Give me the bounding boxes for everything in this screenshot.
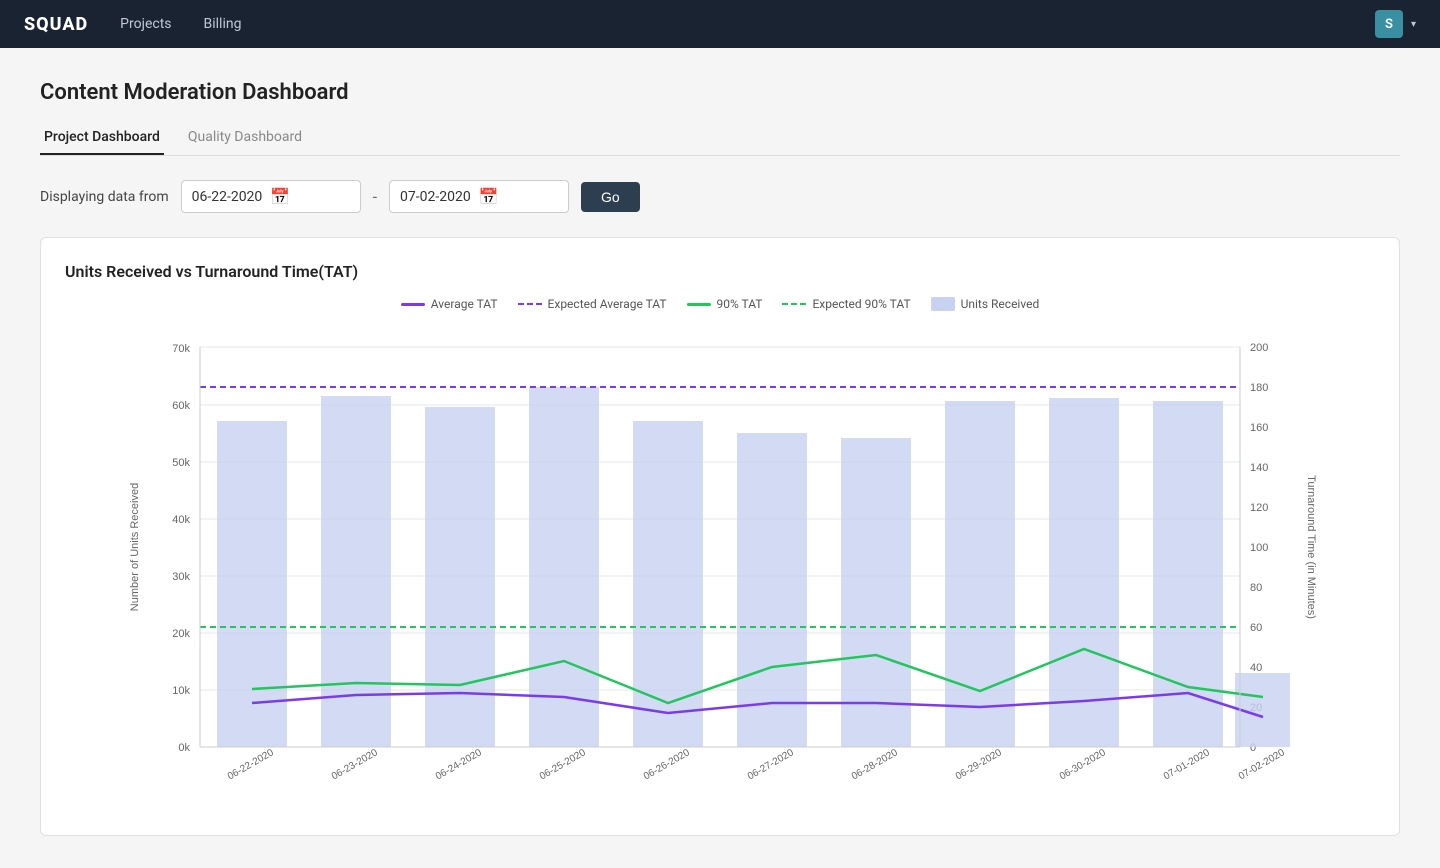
x-label-3: 06-25-2020: [538, 747, 588, 782]
bar-2: [425, 407, 495, 747]
x-label-7: 06-29-2020: [954, 747, 1004, 782]
svg-text:Turnaround Time (in Minutes): Turnaround Time (in Minutes): [1305, 475, 1317, 619]
legend-avg-tat-icon: [401, 303, 425, 306]
svg-text:20k: 20k: [172, 628, 190, 640]
svg-text:60k: 60k: [172, 400, 190, 412]
x-label-1: 06-23-2020: [330, 747, 380, 782]
svg-text:30k: 30k: [172, 571, 190, 583]
svg-text:120: 120: [1250, 502, 1268, 514]
bar-4: [633, 421, 703, 747]
x-label-0: 06-22-2020: [226, 747, 276, 782]
x-label-10: 07-02-2020: [1237, 747, 1287, 782]
bar-5: [737, 433, 807, 747]
svg-text:80: 80: [1250, 582, 1262, 594]
svg-text:100: 100: [1250, 542, 1268, 554]
svg-text:180: 180: [1250, 382, 1268, 394]
date-from-value: 06-22-2020: [192, 189, 263, 205]
x-label-9: 07-01-2020: [1162, 747, 1212, 782]
date-to-value: 07-02-2020: [400, 189, 471, 205]
svg-text:40k: 40k: [172, 514, 190, 526]
navbar-left: SQUAD Projects Billing: [24, 14, 241, 35]
x-label-2: 06-24-2020: [434, 747, 484, 782]
chart-svg: 0k 10k 20k 30k 40k 50k 60k 70k 0 20 40 6…: [65, 327, 1375, 807]
svg-text:50k: 50k: [172, 457, 190, 469]
chart-legend: Average TAT Expected Average TAT 90% TAT…: [65, 297, 1375, 311]
svg-text:0k: 0k: [178, 742, 190, 754]
nav-link-projects[interactable]: Projects: [120, 16, 171, 32]
navbar: SQUAD Projects Billing S ▾: [0, 0, 1440, 48]
svg-text:140: 140: [1250, 462, 1268, 474]
legend-90-tat-icon: [687, 303, 711, 306]
date-filter-row: Displaying data from 06-22-2020 📅 - 07-0…: [40, 180, 1400, 213]
tab-quality-dashboard[interactable]: Quality Dashboard: [184, 121, 306, 155]
x-label-8: 06-30-2020: [1058, 747, 1108, 782]
svg-text:Number of Units Received: Number of Units Received: [129, 483, 141, 611]
svg-text:60: 60: [1250, 622, 1262, 634]
legend-expected-avg-tat-icon: [518, 303, 542, 305]
date-separator: -: [373, 187, 377, 206]
legend-90-tat-label: 90% TAT: [717, 297, 763, 311]
svg-text:200: 200: [1250, 342, 1268, 354]
bar-8: [1049, 398, 1119, 747]
navbar-brand: SQUAD: [24, 14, 88, 35]
calendar-to-icon[interactable]: 📅: [479, 187, 499, 206]
x-label-4: 06-26-2020: [642, 747, 692, 782]
date-to-input[interactable]: 07-02-2020 📅: [389, 180, 569, 213]
calendar-from-icon[interactable]: 📅: [270, 187, 290, 206]
bar-3: [529, 387, 599, 747]
legend-expected-90-tat-icon: [782, 303, 806, 305]
legend-units-received: Units Received: [931, 297, 1040, 311]
chart-area: 0k 10k 20k 30k 40k 50k 60k 70k 0 20 40 6…: [65, 327, 1375, 811]
svg-text:160: 160: [1250, 422, 1268, 434]
x-label-5: 06-27-2020: [746, 747, 796, 782]
date-from-input[interactable]: 06-22-2020 📅: [181, 180, 361, 213]
navbar-right: S ▾: [1375, 10, 1416, 38]
tab-bar: Project Dashboard Quality Dashboard: [40, 121, 1400, 156]
legend-avg-tat: Average TAT: [401, 297, 498, 311]
tab-project-dashboard[interactable]: Project Dashboard: [40, 121, 164, 155]
legend-expected-avg-tat: Expected Average TAT: [518, 297, 667, 311]
main-content: Content Moderation Dashboard Project Das…: [0, 48, 1440, 868]
date-filter-label: Displaying data from: [40, 189, 169, 205]
go-button[interactable]: Go: [581, 182, 640, 212]
legend-avg-tat-label: Average TAT: [431, 297, 498, 311]
legend-90-tat: 90% TAT: [687, 297, 763, 311]
legend-expected-avg-tat-label: Expected Average TAT: [548, 297, 667, 311]
svg-text:40: 40: [1250, 662, 1262, 674]
chart-card: Units Received vs Turnaround Time(TAT) A…: [40, 237, 1400, 836]
nav-link-billing[interactable]: Billing: [204, 16, 242, 32]
chart-title: Units Received vs Turnaround Time(TAT): [65, 262, 1375, 281]
svg-text:70k: 70k: [172, 343, 190, 355]
bar-7: [945, 401, 1015, 747]
page-title: Content Moderation Dashboard: [40, 80, 1400, 105]
legend-expected-90-tat-label: Expected 90% TAT: [812, 297, 910, 311]
svg-text:10k: 10k: [172, 685, 190, 697]
legend-units-label: Units Received: [961, 297, 1040, 311]
dropdown-arrow-icon[interactable]: ▾: [1411, 19, 1416, 30]
legend-units-icon: [931, 297, 955, 311]
avatar[interactable]: S: [1375, 10, 1403, 38]
x-label-6: 06-28-2020: [850, 747, 900, 782]
legend-expected-90-tat: Expected 90% TAT: [782, 297, 910, 311]
bar-6: [841, 438, 911, 747]
bar-0: [217, 421, 287, 747]
